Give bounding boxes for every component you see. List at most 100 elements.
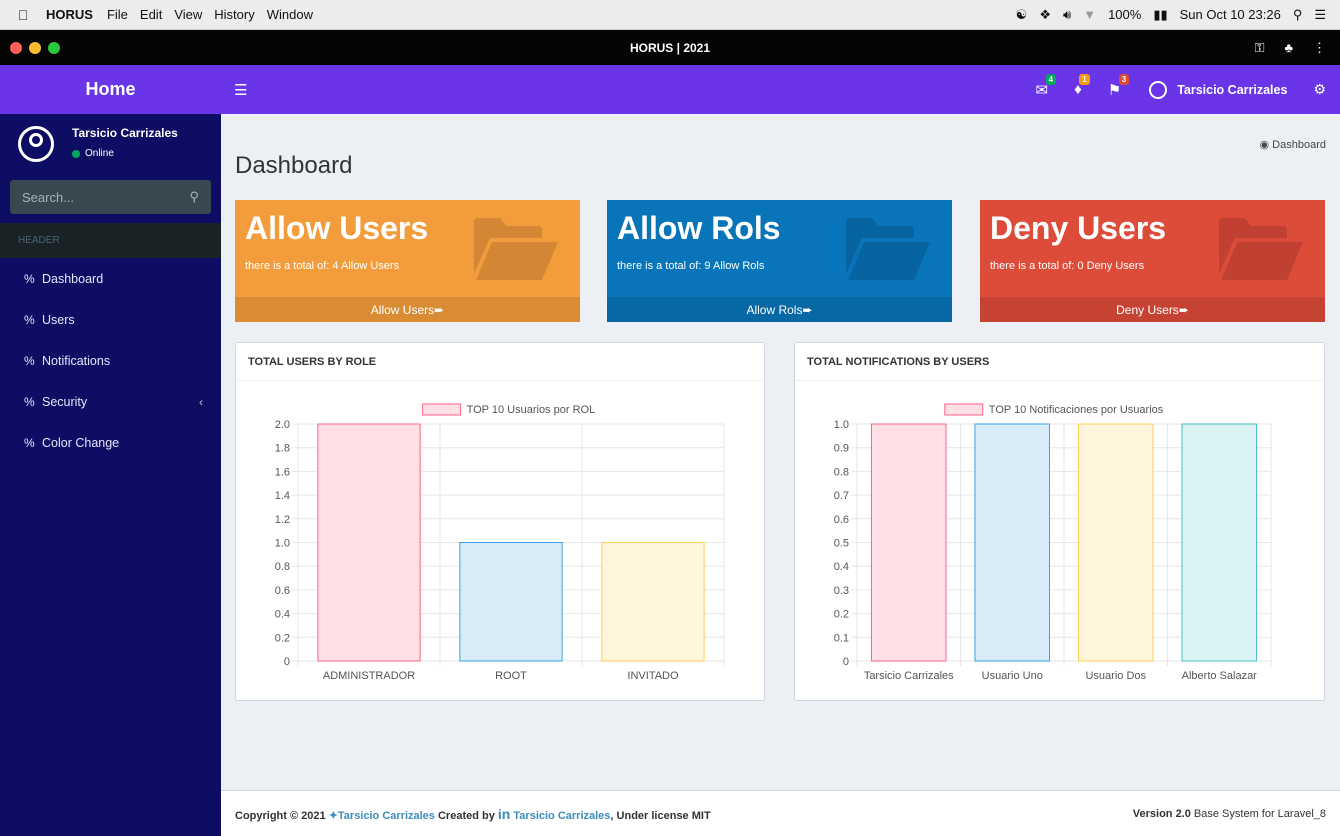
tile-title: Allow Users bbox=[245, 210, 429, 246]
y-tick-label: 1.8 bbox=[275, 443, 290, 455]
online-dot-icon bbox=[72, 149, 80, 158]
x-tick-label: INVITADO bbox=[627, 670, 679, 682]
mail-icon[interactable]: ✉ 4 bbox=[1036, 73, 1057, 99]
brand-logo[interactable]: Home bbox=[0, 65, 221, 114]
menu-file[interactable]: File bbox=[107, 7, 128, 22]
sidebar-header: HEADER bbox=[0, 223, 221, 258]
link-icon: % bbox=[24, 271, 35, 286]
x-tick-label: Tarsicio Carrizales bbox=[864, 670, 954, 682]
legend-swatch bbox=[422, 403, 462, 416]
bell-badge: 1 bbox=[1079, 74, 1090, 85]
y-tick-label: 0.2 bbox=[275, 632, 290, 644]
user-avatar-icon bbox=[18, 126, 54, 162]
gears-icon[interactable]: ⚙ bbox=[1313, 81, 1326, 98]
extension-icon[interactable]: ♣ bbox=[1284, 40, 1293, 56]
chevron-left-icon[interactable]: ‹ bbox=[199, 395, 203, 409]
user-panel: Tarsicio Carrizales Online bbox=[0, 114, 221, 180]
main-content: Dashboard ◉ Dashboard Allow Users there … bbox=[221, 114, 1340, 790]
key-icon[interactable]: ⚿ bbox=[1255, 40, 1265, 56]
apple-icon[interactable]:  bbox=[8, 7, 38, 23]
search-icon[interactable]: ⚲ bbox=[189, 189, 199, 205]
datetime[interactable]: Sun Oct 10 23:26 bbox=[1180, 7, 1281, 22]
wifi-icon[interactable]: ▼ bbox=[1083, 7, 1096, 22]
spotlight-icon[interactable]: ⚲ bbox=[1293, 7, 1303, 23]
legend-swatch bbox=[944, 403, 984, 416]
arrow-circle-right-icon: ➨ bbox=[802, 302, 813, 317]
sidebar-item-label: Users bbox=[42, 312, 75, 327]
sidebar-item-dashboard[interactable]: % Dashboard bbox=[0, 258, 221, 299]
tile-allow-users: Allow Users there is a total of: 4 Allow… bbox=[235, 200, 580, 322]
link-icon: % bbox=[24, 312, 35, 327]
y-tick-label: 1.2 bbox=[275, 514, 290, 526]
network-icon[interactable]: ❖ bbox=[1039, 7, 1051, 23]
bar bbox=[1181, 423, 1258, 662]
tile-title: Deny Users bbox=[990, 210, 1167, 246]
x-tick-label: Usuario Dos bbox=[1085, 670, 1146, 682]
menu-edit[interactable]: Edit bbox=[140, 7, 162, 22]
notifications-by-users-chart: TOP 10 Notificaciones por Usuarios 1.0 0.9… bbox=[834, 403, 1272, 682]
page-footer: Copyright © 2021 ✦Tarsicio Carrizales Cr… bbox=[221, 790, 1340, 836]
tile-subtitle: there is a total of: 4 Allow Users bbox=[245, 260, 400, 272]
menu-view[interactable]: View bbox=[174, 7, 202, 22]
sidebar-item-security[interactable]: % Security ‹ bbox=[0, 381, 221, 422]
menu-history[interactable]: History bbox=[214, 7, 254, 22]
link-icon: % bbox=[24, 394, 35, 409]
sidebar-item-label: Color Change bbox=[42, 435, 120, 450]
y-tick-label: 0.9 bbox=[834, 443, 849, 455]
version-text: Base System for Laravel_8 bbox=[1190, 807, 1326, 820]
more-vert-icon[interactable]: ⋮ bbox=[1313, 40, 1326, 56]
menu-window[interactable]: Window bbox=[267, 7, 313, 22]
bar bbox=[974, 423, 1051, 662]
battery-label[interactable]: 100% bbox=[1108, 7, 1141, 22]
globe-icon[interactable]: ☯ bbox=[1016, 7, 1028, 23]
top-navbar: ☰ ✉ 4 ♦ 1 ⚑ 3 Tarsicio Carrizales ⚙ bbox=[221, 65, 1340, 114]
y-tick-label: 1.0 bbox=[834, 419, 849, 431]
footer-version: Version 2.0 Base System for Laravel_8 bbox=[1133, 808, 1326, 820]
footer-copyright: Copyright © 2021 ✦Tarsicio Carrizales Cr… bbox=[235, 806, 711, 822]
twitter-icon: ✦ bbox=[328, 809, 338, 822]
tile-footer-link[interactable]: Allow Users ➨ bbox=[235, 297, 580, 322]
y-tick-label: 1.6 bbox=[275, 466, 290, 478]
sidebar-user-name: Tarsicio Carrizales bbox=[72, 126, 178, 140]
panel-title: TOTAL USERS BY ROLE bbox=[236, 343, 764, 381]
breadcrumb[interactable]: ◉ Dashboard bbox=[1260, 138, 1327, 151]
sidebar-item-color-change[interactable]: % Color Change bbox=[0, 422, 221, 463]
y-tick-label: 0.4 bbox=[834, 561, 849, 573]
bell-icon[interactable]: ♦ 1 bbox=[1074, 74, 1090, 98]
volume-icon[interactable]: 🔊︎ bbox=[1063, 7, 1071, 23]
app-menu[interactable]: HORUS bbox=[46, 7, 93, 22]
tile-footer-link[interactable]: Allow Rols ➨ bbox=[607, 297, 952, 322]
window-title: HORUS | 2021 bbox=[629, 40, 711, 55]
tile-subtitle: there is a total of: 9 Allow Rols bbox=[617, 260, 765, 272]
user-avatar-icon bbox=[1149, 80, 1168, 99]
bar bbox=[459, 542, 563, 662]
flag-badge: 3 bbox=[1118, 73, 1130, 85]
linkedin-icon: in bbox=[497, 805, 511, 822]
users-by-role-chart: TOP 10 Usuarios por ROL 2.0 1.8 1.6 1.4 1.2 1.… bbox=[275, 403, 725, 682]
folder-open-icon bbox=[1219, 218, 1303, 280]
search-placeholder: Search... bbox=[22, 189, 75, 205]
hamburger-menu-icon[interactable]: ☰ bbox=[234, 81, 247, 99]
mac-menu-bar:  HORUS File Edit View History Window ☯ … bbox=[0, 0, 1340, 30]
x-tick-label: Usuario Uno bbox=[982, 670, 1043, 682]
version-label: Version 2.0 bbox=[1132, 807, 1191, 820]
tile-title: Allow Rols bbox=[617, 210, 781, 246]
list-icon[interactable]: ☰ bbox=[1314, 7, 1326, 23]
y-tick-label: 0.6 bbox=[275, 585, 290, 597]
folder-open-icon bbox=[474, 218, 558, 280]
y-tick-label: 0.8 bbox=[275, 561, 290, 573]
tile-footer-link[interactable]: Deny Users ➨ bbox=[980, 297, 1325, 322]
author-twitter-link[interactable]: Tarsicio Carrizales bbox=[338, 810, 435, 822]
arrow-circle-right-icon: ➨ bbox=[1178, 302, 1189, 317]
sidebar-item-label: Security bbox=[42, 394, 88, 409]
tile-footer-label: Allow Rols bbox=[746, 302, 803, 317]
author-linkedin-link[interactable]: Tarsicio Carrizales bbox=[513, 810, 610, 822]
bar bbox=[870, 423, 947, 662]
folder-open-icon bbox=[846, 218, 930, 280]
navbar-user-menu[interactable]: Tarsicio Carrizales bbox=[1149, 80, 1287, 99]
search-input[interactable]: Search... ⚲ bbox=[10, 180, 211, 214]
sidebar-item-notifications[interactable]: % Notifications bbox=[0, 340, 221, 381]
sidebar-item-users[interactable]: % Users bbox=[0, 299, 221, 340]
y-tick-label: 0.5 bbox=[834, 538, 849, 550]
flag-icon[interactable]: ⚑ 3 bbox=[1108, 73, 1130, 99]
